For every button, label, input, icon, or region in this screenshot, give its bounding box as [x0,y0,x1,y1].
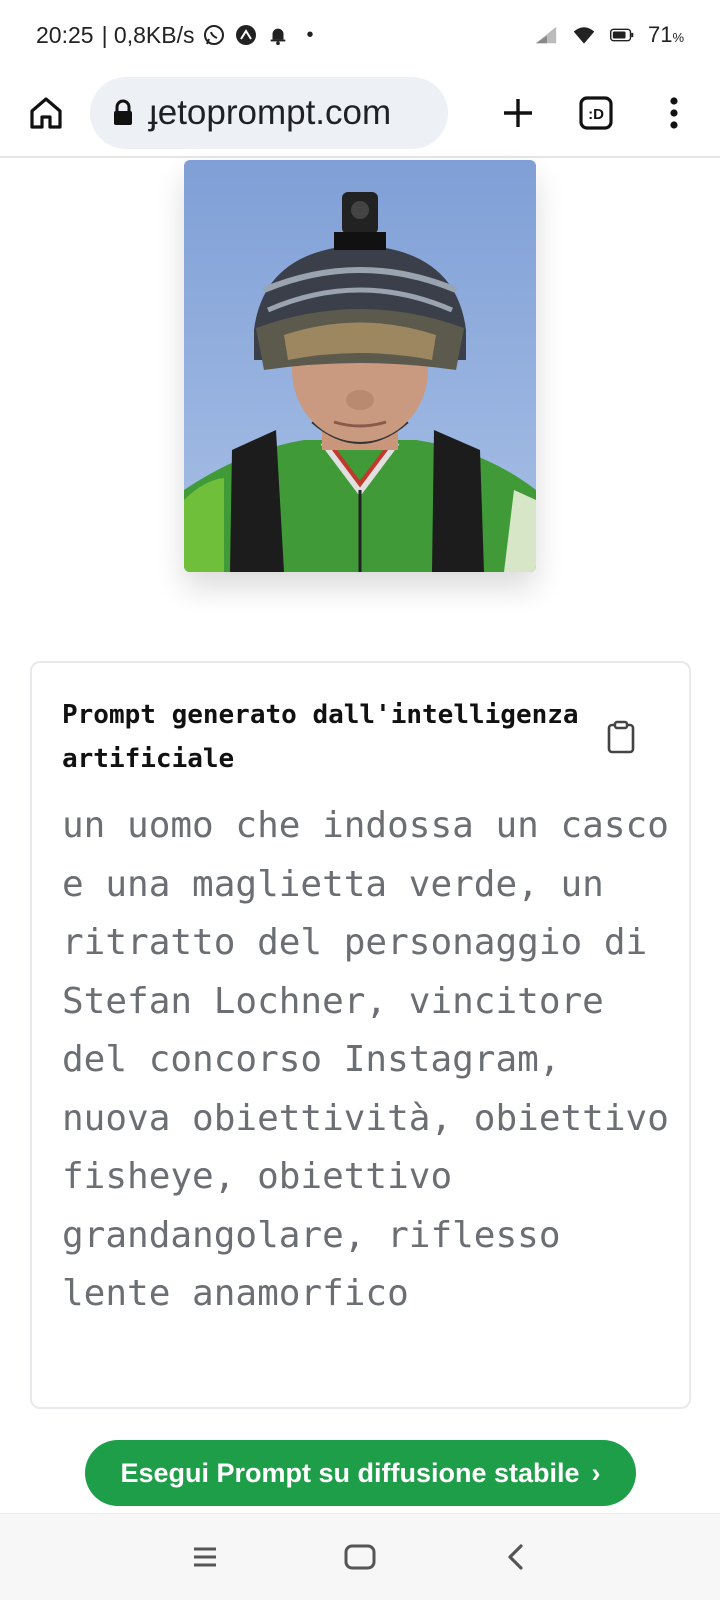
browser-actions: :D [490,85,702,141]
signal-icon [534,23,558,47]
home-square-icon [344,1544,376,1570]
status-left: 20:25 | 0,8KB/s • [36,22,314,49]
chevron-right-icon: › [591,1457,601,1488]
back-button[interactable] [485,1527,545,1587]
bell-icon [266,23,290,47]
url-text: ɟetoprompt.com [148,93,392,132]
clipboard-icon [607,720,635,754]
prompt-text: un uomo che indossa un casco e una magli… [62,805,669,1314]
whatsapp-icon [202,23,226,47]
home-icon [30,97,62,129]
lock-icon [114,99,132,125]
dot-icon: • [306,23,314,46]
navigation-bar [0,1513,720,1600]
run-prompt-label: Esegui Prompt su diffusione stabile [120,1457,580,1488]
plus-icon [504,99,532,127]
copy-button[interactable] [601,717,641,757]
wifi-icon [572,23,596,47]
more-vert-icon [670,97,678,129]
tab-switcher-icon: :D [579,96,613,130]
back-icon [508,1544,523,1570]
page: 20:25 | 0,8KB/s • 71% ɟetoprompt.com:D … [0,0,720,1600]
url-bar[interactable]: ɟetoprompt.com [90,77,448,149]
browser-toolbar: ɟetoprompt.com :D [0,70,720,158]
status-speed: | 0,8KB/s [101,21,195,48]
home-button[interactable] [18,85,74,141]
card-title: Prompt generato dall'intelligenza artifi… [62,700,579,774]
tab-switcher-button[interactable]: :D [568,85,624,141]
tab-count: :D [588,106,604,123]
prompt-card: Prompt generato dall'intelligenza artifi… [30,661,691,1409]
new-tab-button[interactable] [490,85,546,141]
app-icon [234,23,258,47]
recent-apps-button[interactable] [175,1527,235,1587]
prompt-image [184,160,536,572]
status-bar: 20:25 | 0,8KB/s • 71% [0,0,720,70]
status-time: 20:25 [36,21,94,48]
home-nav-button[interactable] [330,1527,390,1587]
more-menu-button[interactable] [646,85,702,141]
card-header: Prompt generato dall'intelligenza artifi… [62,693,659,781]
menu-icon [194,1547,216,1567]
battery-icon [609,23,634,47]
status-right: 71% [534,22,684,48]
battery-percent: 71% [647,22,684,47]
run-prompt-button[interactable]: Esegui Prompt su diffusione stabile › [85,1440,636,1506]
